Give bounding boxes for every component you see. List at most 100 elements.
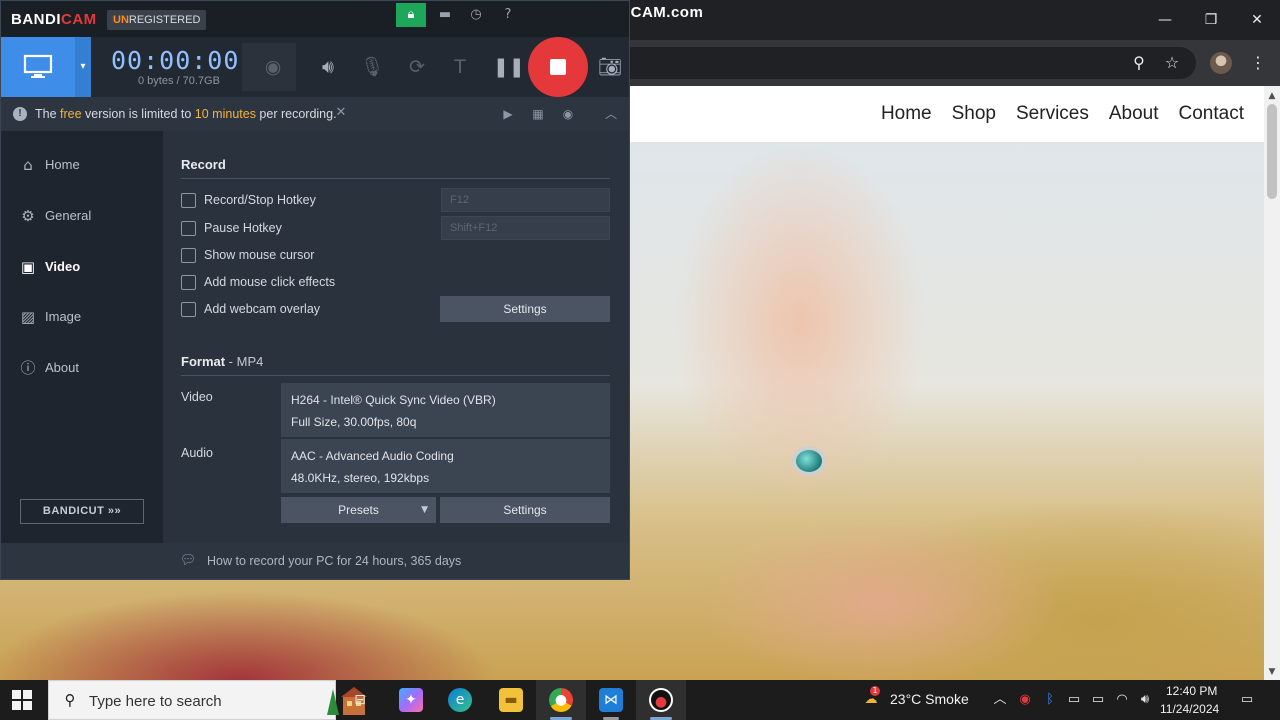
checkbox[interactable] <box>181 221 196 236</box>
weather-text[interactable]: 23°C Smoke <box>890 691 969 707</box>
vscode-icon[interactable]: ⋈ <box>599 688 623 712</box>
camera-screenshot-icon[interactable]: 📷︎ <box>597 54 623 80</box>
volume-icon[interactable]: 🔊︎ <box>1136 691 1154 709</box>
record-hotkey-field[interactable]: F12 <box>441 188 610 212</box>
tip-link[interactable]: How to record your PC for 24 hours, 365 … <box>207 554 461 568</box>
microphone-off-icon[interactable]: 🎙︎ <box>359 54 385 80</box>
zoom-icon[interactable]: ⚲ <box>1128 52 1150 74</box>
copilot-icon[interactable]: ✦ <box>399 688 423 712</box>
audio-codec-box[interactable]: AAC - Advanced Audio Coding 48.0KHz, ste… <box>281 439 610 493</box>
task-view-icon[interactable]: ⊟ <box>348 688 372 712</box>
folder-icon[interactable]: ▬ <box>436 6 454 24</box>
nav-home[interactable]: Home <box>881 103 932 125</box>
collapse-up-icon[interactable]: ︿ <box>602 105 620 123</box>
sidebar-item-home[interactable]: ⌂ Home <box>1 145 163 185</box>
windows-start-icon[interactable] <box>12 690 32 710</box>
site-nav: Home Shop Services About Contact <box>881 86 1244 142</box>
broadcast-icon[interactable]: ◉ <box>559 105 577 123</box>
scroll-down-icon[interactable]: ▼ <box>1266 666 1278 678</box>
sidebar-item-label: About <box>45 360 79 375</box>
gear-icon: ⚙ <box>21 207 35 225</box>
mouse-effect-icon[interactable]: ⟳ <box>404 54 430 80</box>
edge-icon[interactable]: e <box>448 688 472 712</box>
sidebar-item-image[interactable]: ▨ Image <box>1 297 163 337</box>
checkbox[interactable] <box>181 275 196 290</box>
menu-kebab-icon[interactable]: ⋮ <box>1247 52 1269 74</box>
checkbox[interactable] <box>181 302 196 317</box>
clock-icon[interactable]: ◷ <box>467 6 485 24</box>
mode-dropdown-icon[interactable]: ▾ <box>75 37 91 97</box>
sidebar-item-label: Video <box>45 259 81 274</box>
bookmark-star-icon[interactable]: ☆ <box>1161 52 1183 74</box>
format-section-title: Format - MP4 <box>181 354 264 369</box>
file-size: 0 bytes / 70.7GB <box>138 75 220 87</box>
image-tab-icon[interactable]: ▦ <box>529 105 547 123</box>
clock-date[interactable]: 11/24/2024 <box>1160 702 1219 716</box>
address-bar[interactable] <box>560 47 1196 79</box>
checkbox-label: Add mouse click effects <box>204 275 336 289</box>
chat-icon: 💬︎ <box>179 553 197 568</box>
screen-mode-button[interactable] <box>1 37 75 97</box>
alert-icon: ! <box>13 107 27 121</box>
video-tab-icon[interactable]: ▶ <box>499 105 517 123</box>
notice-text: The free version is limited to 10 minute… <box>35 107 337 121</box>
video-settings-panel: Record Record/Stop Hotkey F12 Pause Hotk… <box>163 131 629 543</box>
video-format-label: Video <box>181 390 213 404</box>
checkbox[interactable] <box>181 193 196 208</box>
battery-icon[interactable]: ▭ <box>1089 691 1107 709</box>
lock-icon[interactable]: 🔒︎ <box>396 3 426 27</box>
profile-avatar[interactable] <box>1210 52 1232 74</box>
minimize-icon[interactable]: — <box>1154 9 1176 31</box>
sidebar-item-video[interactable]: ▣ Video <box>1 247 163 287</box>
windows-taskbar: ⚲ Type here to search ⊟ ✦ e ▬ ● ⋈ ● ☁ 1 … <box>0 680 1280 720</box>
restore-icon[interactable]: ❐ <box>1200 9 1222 31</box>
checkbox-label: Pause Hotkey <box>204 221 282 235</box>
scroll-up-icon[interactable]: ▲ <box>1266 90 1278 102</box>
checkbox[interactable] <box>181 248 196 263</box>
audio-format-label: Audio <box>181 446 213 460</box>
nav-about[interactable]: About <box>1109 103 1159 125</box>
notification-icon[interactable]: ▭ <box>1238 691 1256 709</box>
tray-overflow-icon[interactable]: ︿ <box>991 691 1009 709</box>
notice-close-icon[interactable]: ✕ <box>334 105 348 121</box>
nav-services[interactable]: Services <box>1016 103 1089 125</box>
video-settings-icon: ▣ <box>20 258 36 276</box>
speaker-icon[interactable]: 🔊︎ <box>315 54 341 80</box>
video-codec-text: H264 - Intel® Quick Sync Video (VBR) <box>291 393 496 407</box>
record-section-title: Record <box>181 157 226 172</box>
presets-button[interactable]: Presets ▼ <box>281 497 436 523</box>
meet-icon[interactable]: ▭ <box>1065 691 1083 709</box>
bluetooth-icon[interactable]: ᛒ <box>1041 691 1059 709</box>
pause-hotkey-field[interactable]: Shift+F12 <box>441 216 610 240</box>
audio-codec-text: AAC - Advanced Audio Coding <box>291 449 454 463</box>
scrollbar-thumb[interactable] <box>1267 104 1277 199</box>
bandicam-logo: BANDICAM <box>11 11 97 28</box>
file-explorer-icon[interactable]: ▬ <box>499 688 523 712</box>
sidebar-item-general[interactable]: ⚙ General <box>1 196 163 236</box>
weather-badge: 1 <box>870 686 880 696</box>
video-codec-box[interactable]: H264 - Intel® Quick Sync Video (VBR) Ful… <box>281 383 610 437</box>
wifi-icon[interactable]: ◠ <box>1113 691 1131 709</box>
unregistered-badge[interactable]: UNREGISTERED <box>107 10 207 30</box>
screen: — ❐ ✕ ⚲ ☆ ⋮ Home Shop Services About Con… <box>0 0 1280 720</box>
stop-record-button[interactable] <box>528 37 588 97</box>
taskbar-search[interactable]: ⚲ Type here to search <box>48 680 367 720</box>
turquoise-ring <box>792 446 826 476</box>
checkbox-label: Record/Stop Hotkey <box>204 193 316 207</box>
close-icon[interactable]: ✕ <box>1246 9 1268 31</box>
nav-shop[interactable]: Shop <box>952 103 996 125</box>
nav-contact[interactable]: Contact <box>1179 103 1244 125</box>
bandicut-button[interactable]: BANDICUT »» <box>20 499 144 524</box>
pause-icon[interactable]: ❚❚ <box>493 54 525 80</box>
help-icon[interactable]: ? <box>499 6 517 24</box>
bandicam-task-icon[interactable]: ● <box>649 688 673 712</box>
sidebar-item-about[interactable]: ⓘ About <box>1 348 163 388</box>
sidebar-item-label: Home <box>45 157 80 172</box>
text-overlay-icon[interactable]: T <box>447 54 473 80</box>
chrome-icon[interactable]: ● <box>549 688 573 712</box>
sidebar-item-label: General <box>45 208 92 223</box>
clock-time[interactable]: 12:40 PM <box>1166 684 1217 698</box>
format-settings-button[interactable]: Settings <box>440 497 610 523</box>
webcam-settings-button[interactable]: Settings <box>440 296 610 322</box>
bandicam-tray-icon[interactable]: ◉ <box>1016 691 1034 709</box>
